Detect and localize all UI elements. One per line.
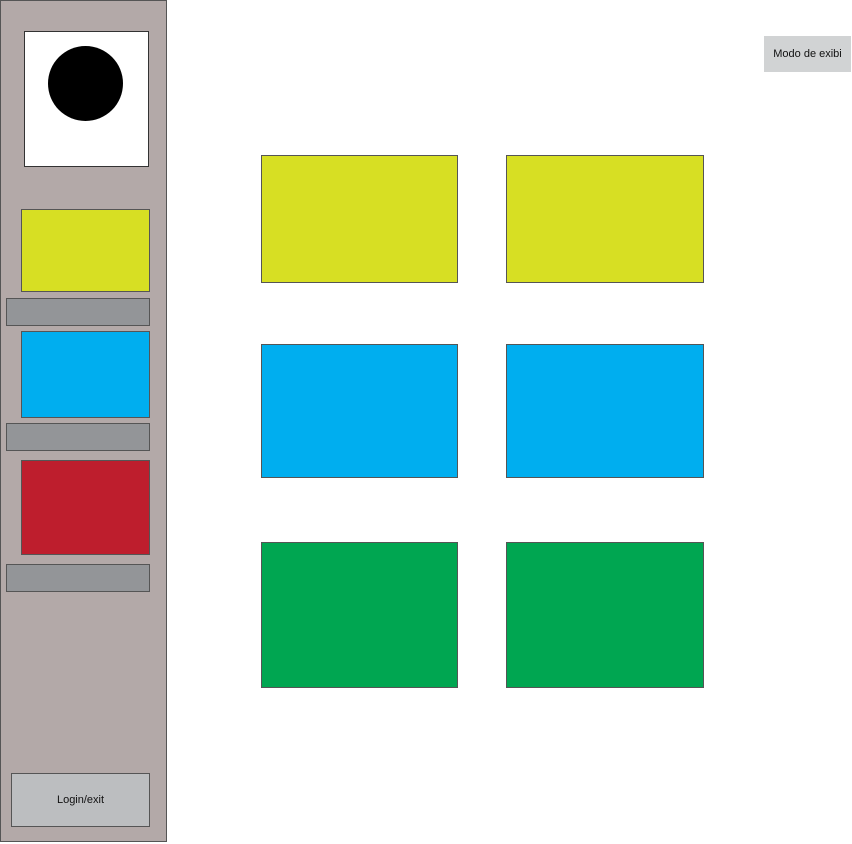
sidebar-item-blue[interactable] [21,331,150,418]
sidebar-item-red[interactable] [21,460,150,555]
grid-card-blue-right[interactable] [506,344,704,478]
sidebar: Login/exit [0,0,167,842]
grid-card-yellow-left[interactable] [261,155,458,283]
login-exit-button[interactable]: Login/exit [11,773,150,827]
avatar[interactable] [24,31,149,167]
sidebar-item-label-bar [6,564,150,592]
grid-card-blue-left[interactable] [261,344,458,478]
avatar-circle-icon [48,46,123,121]
grid-card-green-left[interactable] [261,542,458,688]
grid-card-green-right[interactable] [506,542,704,688]
sidebar-item-label-bar [6,423,150,451]
display-mode-label: Modo de exibi [773,48,842,60]
sidebar-item-yellow[interactable] [21,209,150,292]
login-exit-label: Login/exit [56,794,105,806]
grid-card-yellow-right[interactable] [506,155,704,283]
sidebar-item-label-bar [6,298,150,326]
display-mode-button[interactable]: Modo de exibi [764,36,851,72]
